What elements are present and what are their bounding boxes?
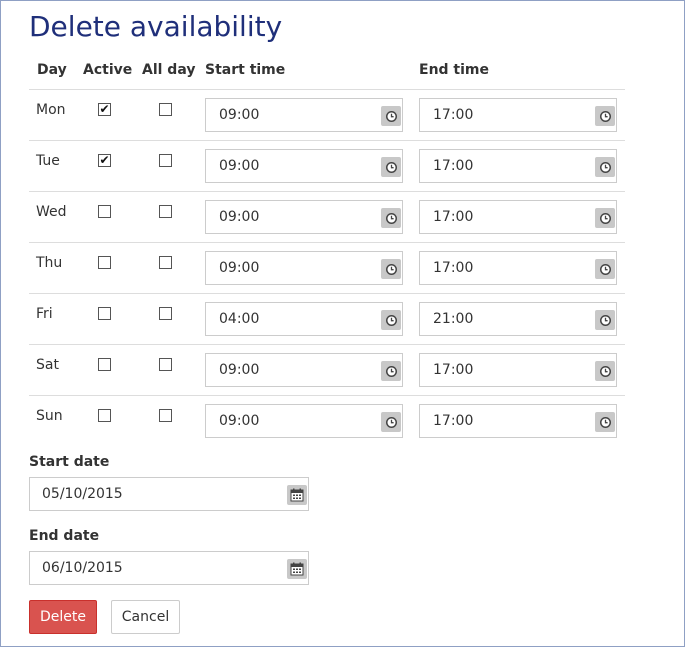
start-date-value: 05/10/2015 — [42, 486, 123, 502]
end-time-field[interactable]: 17:00 — [419, 98, 617, 132]
end-time-field[interactable]: 17:00 — [419, 353, 617, 387]
all-day-checkbox[interactable] — [159, 358, 172, 371]
table-row: Mon ✔ 09:00 17:00 — [29, 89, 625, 140]
end-time-field[interactable]: 17:00 — [419, 251, 617, 285]
clock-icon[interactable] — [595, 259, 615, 279]
start-time-field[interactable]: 09:00 — [205, 251, 403, 285]
clock-icon[interactable] — [381, 412, 401, 432]
start-time-field[interactable]: 09:00 — [205, 353, 403, 387]
calendar-icon[interactable] — [287, 485, 307, 505]
all-day-checkbox[interactable] — [159, 205, 172, 218]
clock-icon[interactable] — [381, 106, 401, 126]
header-start-time: Start time — [205, 62, 286, 78]
page-title: Delete availability — [29, 10, 283, 43]
clock-icon[interactable] — [381, 157, 401, 177]
end-time-value: 17:00 — [433, 362, 474, 378]
start-time-value: 09:00 — [219, 260, 260, 276]
table-row: Fri 04:00 21:00 — [29, 293, 625, 344]
clock-icon[interactable] — [381, 310, 401, 330]
calendar-icon[interactable] — [287, 559, 307, 579]
table-row: Thu 09:00 17:00 — [29, 242, 625, 293]
end-time-value: 17:00 — [433, 413, 474, 429]
checkmark-icon: ✔ — [99, 153, 110, 167]
cancel-button[interactable]: Cancel — [111, 600, 180, 634]
active-checkbox[interactable] — [98, 307, 111, 320]
header-active: Active — [83, 62, 133, 78]
all-day-checkbox[interactable] — [159, 307, 172, 320]
day-label: Mon — [36, 102, 66, 118]
header-all-day: All day — [142, 62, 196, 78]
delete-button[interactable]: Delete — [29, 600, 97, 634]
start-date-label: Start date — [29, 454, 110, 470]
all-day-checkbox[interactable] — [159, 154, 172, 167]
end-date-label: End date — [29, 528, 100, 544]
active-checkbox[interactable] — [98, 205, 111, 218]
end-time-field[interactable]: 17:00 — [419, 200, 617, 234]
start-time-field[interactable]: 09:00 — [205, 98, 403, 132]
day-label: Thu — [36, 255, 63, 271]
clock-icon[interactable] — [595, 208, 615, 228]
start-time-field[interactable]: 09:00 — [205, 404, 403, 438]
end-time-value: 17:00 — [433, 260, 474, 276]
day-label: Wed — [36, 204, 67, 220]
clock-icon[interactable] — [381, 208, 401, 228]
day-label: Sat — [36, 357, 59, 373]
start-time-field[interactable]: 04:00 — [205, 302, 403, 336]
clock-icon[interactable] — [595, 361, 615, 381]
checkmark-icon: ✔ — [99, 102, 110, 116]
clock-icon[interactable] — [595, 310, 615, 330]
start-time-value: 09:00 — [219, 158, 260, 174]
end-time-field[interactable]: 21:00 — [419, 302, 617, 336]
clock-icon[interactable] — [595, 157, 615, 177]
clock-icon[interactable] — [381, 259, 401, 279]
day-label: Fri — [36, 306, 53, 322]
end-date-value: 06/10/2015 — [42, 560, 123, 576]
header-day: Day — [37, 62, 67, 78]
all-day-checkbox[interactable] — [159, 409, 172, 422]
end-time-value: 17:00 — [433, 158, 474, 174]
active-checkbox[interactable]: ✔ — [98, 154, 111, 167]
active-checkbox[interactable] — [98, 256, 111, 269]
end-date-field[interactable]: 06/10/2015 — [29, 551, 309, 585]
header-end-time: End time — [419, 62, 489, 78]
active-checkbox[interactable] — [98, 409, 111, 422]
start-time-value: 09:00 — [219, 413, 260, 429]
clock-icon[interactable] — [595, 412, 615, 432]
start-time-field[interactable]: 09:00 — [205, 149, 403, 183]
active-checkbox[interactable]: ✔ — [98, 103, 111, 116]
table-row: Sun 09:00 17:00 — [29, 395, 625, 446]
dialog-frame: Delete availability Day Active All day S… — [0, 0, 685, 647]
start-time-field[interactable]: 09:00 — [205, 200, 403, 234]
table-row: Wed 09:00 17:00 — [29, 191, 625, 242]
clock-icon[interactable] — [381, 361, 401, 381]
table-row: Sat 09:00 17:00 — [29, 344, 625, 395]
end-time-value: 17:00 — [433, 107, 474, 123]
all-day-checkbox[interactable] — [159, 103, 172, 116]
start-time-value: 09:00 — [219, 107, 260, 123]
end-time-value: 21:00 — [433, 311, 474, 327]
start-date-field[interactable]: 05/10/2015 — [29, 477, 309, 511]
end-time-value: 17:00 — [433, 209, 474, 225]
all-day-checkbox[interactable] — [159, 256, 172, 269]
day-label: Sun — [36, 408, 63, 424]
end-time-field[interactable]: 17:00 — [419, 149, 617, 183]
start-time-value: 09:00 — [219, 362, 260, 378]
start-time-value: 09:00 — [219, 209, 260, 225]
day-label: Tue — [36, 153, 60, 169]
clock-icon[interactable] — [595, 106, 615, 126]
start-time-value: 04:00 — [219, 311, 260, 327]
active-checkbox[interactable] — [98, 358, 111, 371]
table-row: Tue ✔ 09:00 17:00 — [29, 140, 625, 191]
end-time-field[interactable]: 17:00 — [419, 404, 617, 438]
